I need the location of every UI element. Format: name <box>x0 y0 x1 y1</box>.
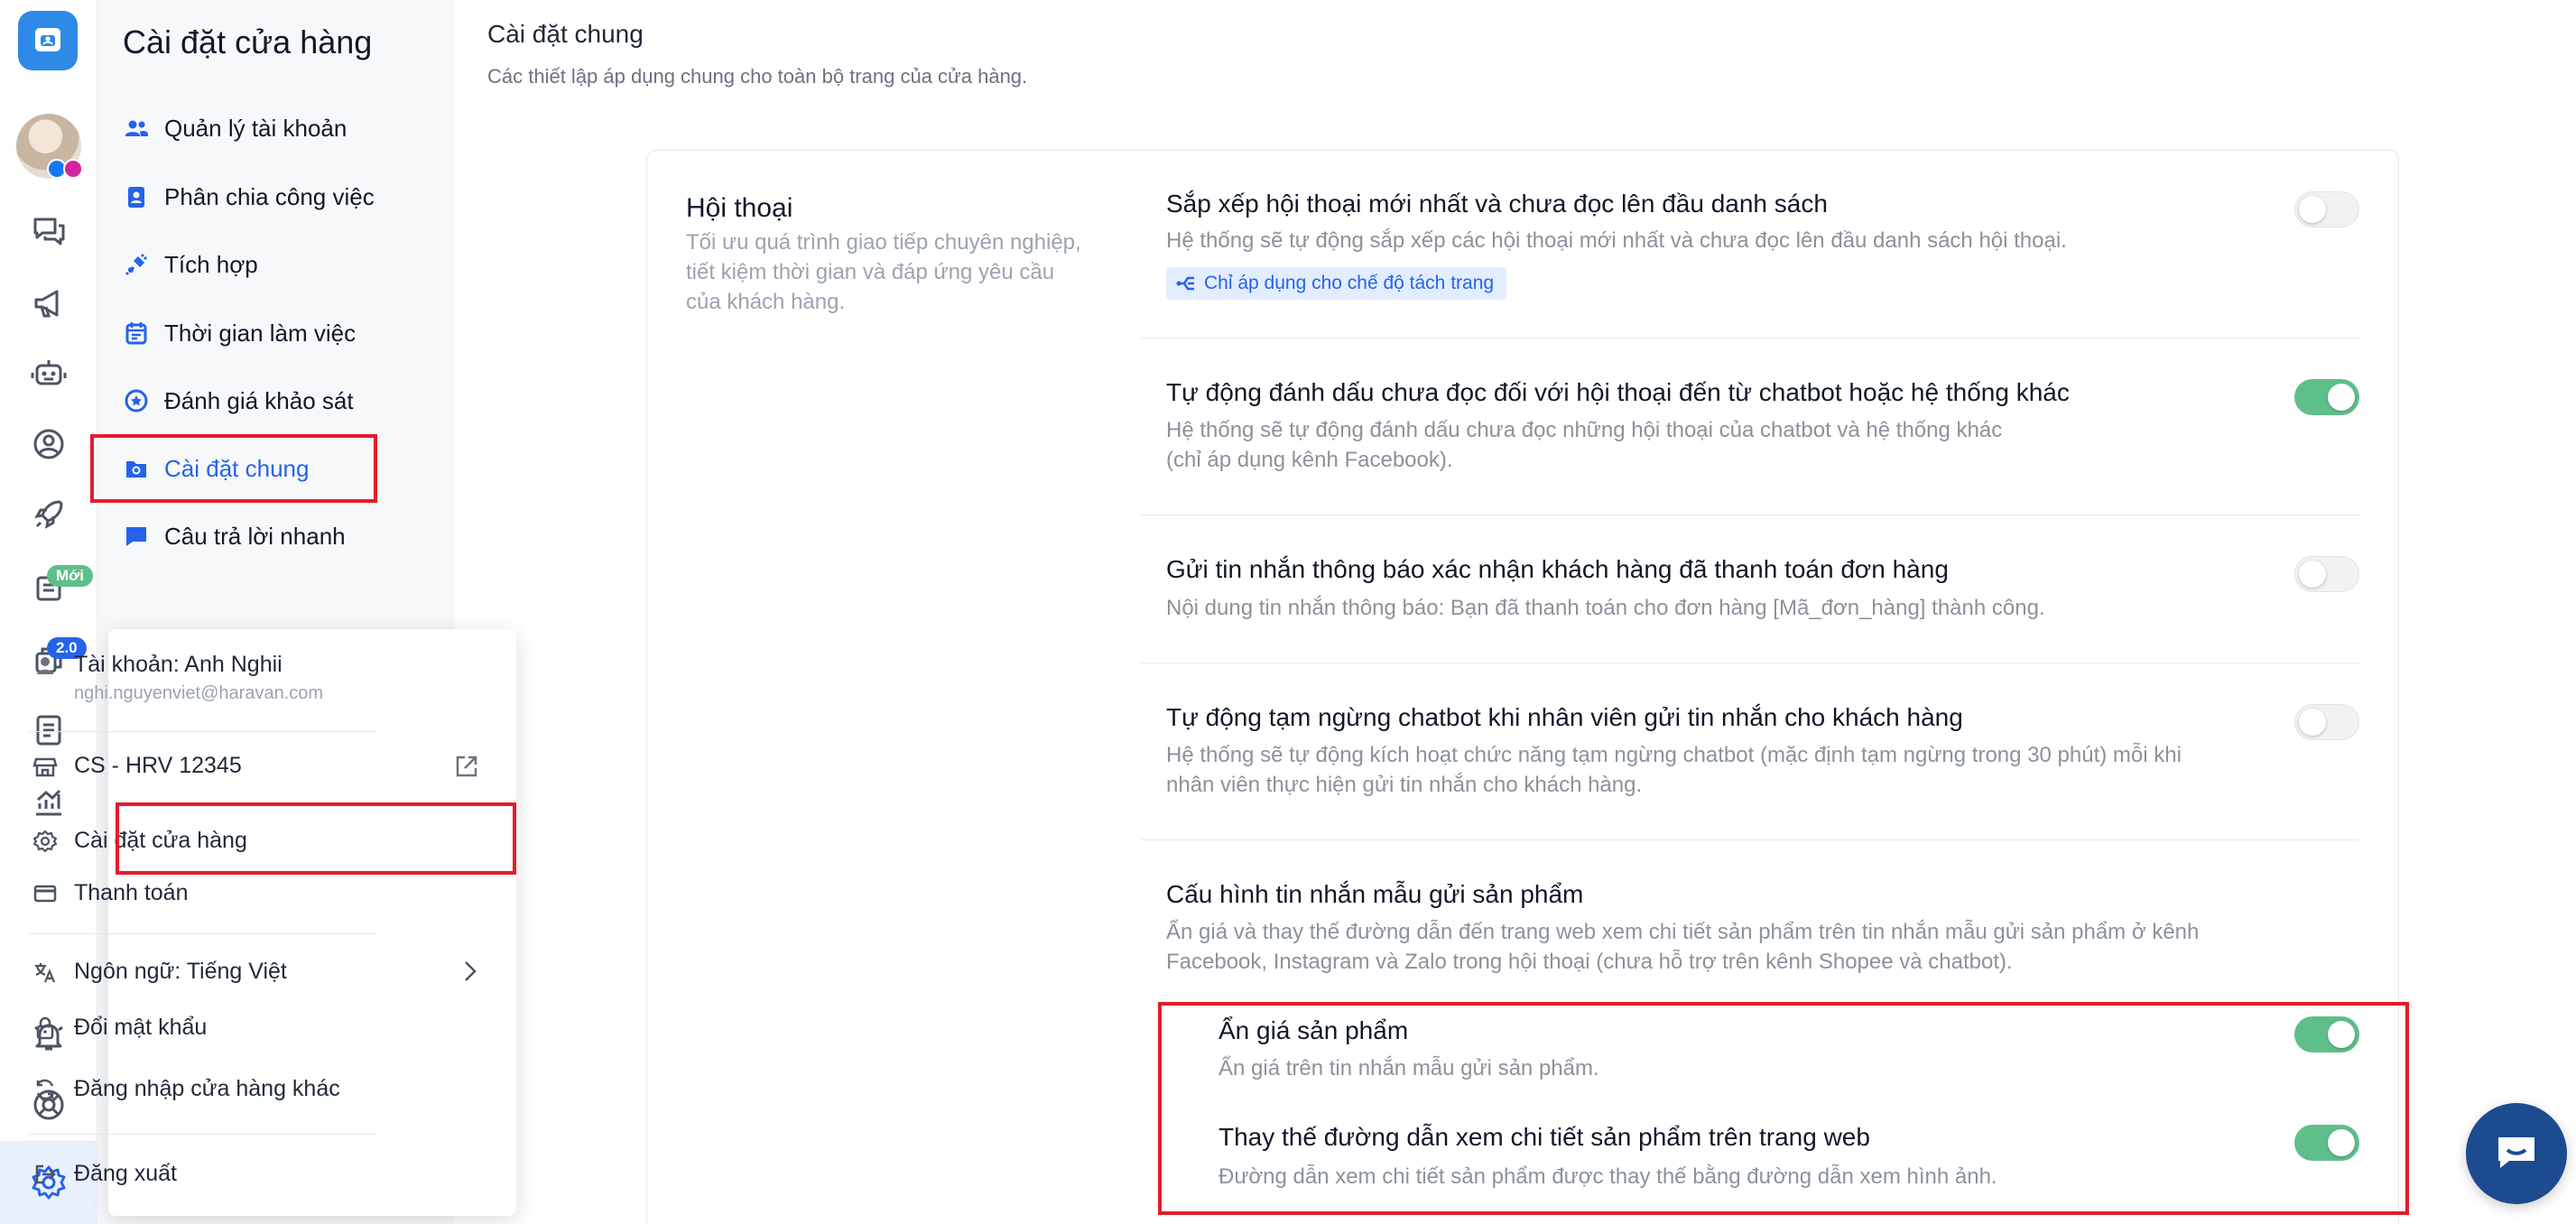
support-chat-button[interactable] <box>2466 1103 2567 1204</box>
setting-desc-pause-chatbot-line2: nhân viên thực hiện gửi tin nhắn cho khá… <box>1166 773 1643 797</box>
menu-item-integrations[interactable]: Tích hợp <box>123 237 430 292</box>
switch-store-menu-item[interactable]: Đăng nhập cửa hàng khác <box>32 1076 340 1102</box>
toggle-auto-mark-unread[interactable] <box>2294 379 2359 415</box>
menu-item-label: Câu trả lời nhanh <box>164 522 346 550</box>
logout-menu-item[interactable]: Đăng xuất <box>32 1161 177 1187</box>
menu-item-work-assignment[interactable]: Phân chia công việc <box>123 170 430 224</box>
setting-desc-pause-chatbot-line1: Hệ thống sẽ tự động kích hoạt chức năng … <box>1166 743 2182 767</box>
divider <box>29 731 377 732</box>
robot-icon <box>31 360 67 385</box>
credit-card-icon <box>33 885 57 902</box>
tag-label: Chỉ áp dụng cho chế độ tách trang <box>1204 273 1495 293</box>
setting-title-auto-mark-unread: Tự động đánh dấu chưa đọc đối với hội th… <box>1166 378 2070 406</box>
divider <box>29 1134 377 1135</box>
setting-title-payment-confirmation: Gửi tin nhắn thông báo xác nhận khách hà… <box>1166 555 1949 583</box>
menu-label: Đăng nhập cửa hàng khác <box>74 1076 340 1101</box>
automation-nav[interactable] <box>0 478 97 551</box>
plug-icon <box>125 253 148 276</box>
orders-nav[interactable] <box>0 551 97 623</box>
account-email: nghi.nguyenviet@haravan.com <box>74 683 324 703</box>
customers-nav[interactable] <box>0 408 97 480</box>
campaign-nav[interactable] <box>0 267 97 339</box>
setting-title-sort-conversations: Sắp xếp hội thoại mới nhất và chưa đọc l… <box>1166 190 1828 218</box>
clipboard-list-icon <box>36 715 61 746</box>
split-icon <box>1176 276 1194 291</box>
account-label: Tài khoản: Anh Nghii <box>74 652 283 677</box>
chat-bubbles-icon <box>33 218 65 246</box>
badge-icon <box>128 187 144 208</box>
chat-icon <box>126 527 146 546</box>
person-icon <box>37 656 53 674</box>
setting-desc-product-template-line2: Facebook, Instagram và Zalo trong hội th… <box>1166 950 2013 974</box>
megaphone-icon <box>34 290 59 318</box>
menu-label: Ngôn ngữ: Tiếng Việt <box>74 959 287 984</box>
menu-item-working-hours[interactable]: Thời gian làm việc <box>123 306 430 360</box>
menu-item-label: Quản lý tài khoản <box>164 114 347 142</box>
toggle-sort-conversations[interactable] <box>2294 191 2359 227</box>
conversations-nav[interactable] <box>0 195 97 267</box>
refresh-icon <box>36 1079 54 1099</box>
store-icon <box>32 757 58 776</box>
app-logo-icon <box>35 28 60 51</box>
chatbot-nav[interactable] <box>0 338 97 410</box>
menu-label: Thanh toán <box>74 880 189 905</box>
toggle-pause-chatbot[interactable] <box>2294 704 2359 740</box>
app-logo[interactable] <box>18 11 78 70</box>
highlight-box-popover <box>116 802 516 875</box>
users-icon <box>125 120 148 136</box>
account-row: Tài khoản: Anh Nghii <box>32 652 283 678</box>
menu-label: Đổi mật khẩu <box>74 1015 208 1040</box>
highlight-box-menu <box>90 434 377 503</box>
toggle-payment-confirmation[interactable] <box>2294 556 2359 592</box>
highlight-box-sub-settings <box>1158 1002 2409 1215</box>
external-link-icon[interactable] <box>453 753 480 780</box>
star-icon <box>125 389 148 413</box>
menu-item-label: Tích hợp <box>164 250 258 278</box>
new-badge: Mới <box>47 565 93 587</box>
menu-item-label: Phân chia công việc <box>164 182 375 210</box>
divider <box>1141 839 2359 840</box>
menu-item-label: Đánh giá khảo sát <box>164 386 354 414</box>
setting-desc-sort-conversations: Hệ thống sẽ tự động sắp xếp các hội thoạ… <box>1166 228 2067 253</box>
lock-icon <box>36 1016 54 1039</box>
section-title: Hội thoại <box>686 193 793 223</box>
section-description: Tối ưu quá trình giao tiếp chuyên nghiệp… <box>686 230 1081 314</box>
billing-menu-item[interactable]: Thanh toán <box>32 880 189 906</box>
page-title: Cài đặt chung <box>487 20 644 48</box>
rocket-icon <box>34 500 63 529</box>
menu-item-survey-rating[interactable]: Đánh giá khảo sát <box>123 374 430 428</box>
logout-icon <box>35 1164 56 1183</box>
menu-item-account-management[interactable]: Quản lý tài khoản <box>123 101 430 155</box>
menu-item-label: Thời gian làm việc <box>164 319 357 347</box>
setting-desc-auto-mark-unread-line1: Hệ thống sẽ tự động đánh dấu chưa đọc nh… <box>1166 418 2003 442</box>
instagram-badge-icon <box>63 159 83 179</box>
setting-desc-auto-mark-unread-line2: (chỉ áp dụng kênh Facebook). <box>1166 448 1453 472</box>
chevron-right-icon <box>465 961 477 981</box>
store-row[interactable]: CS - HRV 12345 <box>32 753 375 779</box>
side-menu-title: Cài đặt cửa hàng <box>123 23 373 60</box>
page-description: Các thiết lập áp dụng chung cho toàn bộ … <box>487 65 1028 88</box>
store-name: CS - HRV 12345 <box>74 753 242 778</box>
chat-support-icon <box>2498 1137 2534 1168</box>
divider <box>29 933 377 934</box>
setting-title-pause-chatbot: Tự động tạm ngừng chatbot khi nhân viên … <box>1166 703 1963 731</box>
translate-icon <box>35 962 56 982</box>
split-page-only-tag: Chỉ áp dụng cho chế độ tách trang <box>1166 267 1507 300</box>
setting-title-product-template: Cấu hình tin nhắn mẫu gửi sản phẩm <box>1166 880 1584 908</box>
calendar-icon <box>125 322 147 345</box>
menu-item-quick-replies[interactable]: Câu trả lời nhanh <box>123 509 430 563</box>
setting-desc-product-template-line1: Ẩn giá và thay thế đường dẫn đến trang w… <box>1166 920 2200 944</box>
account-popover <box>108 629 516 1216</box>
avatar[interactable] <box>16 114 83 179</box>
user-circle-icon <box>33 429 64 459</box>
change-password-menu-item[interactable]: Đổi mật khẩu <box>32 1015 207 1041</box>
language-menu-item[interactable]: Ngôn ngữ: Tiếng Việt <box>32 959 394 985</box>
setting-desc-payment-confirmation: Nội dung tin nhắn thông báo: Bạn đã than… <box>1166 596 2045 620</box>
gear-icon <box>32 830 58 852</box>
menu-label: Đăng xuất <box>74 1161 177 1186</box>
chart-up-icon <box>36 789 61 816</box>
